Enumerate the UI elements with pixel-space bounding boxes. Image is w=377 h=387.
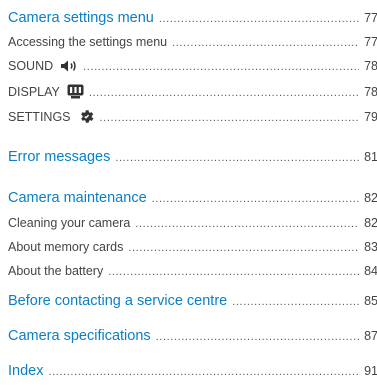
dot-leader: ........................................… [108, 266, 360, 278]
dot-leader: ........................................… [135, 218, 359, 230]
toc-page-number: 81 [364, 150, 377, 164]
toc-entry-camera-specifications[interactable]: Camera specifications ..................… [8, 328, 377, 352]
toc-entry-label: Error messages [8, 149, 111, 165]
toc-page-number: 82 [364, 216, 377, 230]
toc-entry-label: Camera settings menu [8, 10, 154, 26]
dot-leader: ........................................… [115, 152, 359, 164]
toc-page-number: 78 [364, 59, 377, 73]
toc-page-number: 78 [364, 84, 377, 99]
toc-entry-label: DISPLAY [8, 84, 60, 99]
toc-entry-label: SOUND [8, 59, 54, 73]
toc-entry-label: Index [8, 363, 44, 379]
toc-page-number: 83 [364, 240, 377, 254]
toc-entry-label-group: SETTINGS [8, 108, 95, 125]
dot-leader: ........................................… [83, 61, 360, 73]
toc-page-number: 77 [364, 11, 377, 25]
toc-entry-label: Camera maintenance [8, 190, 147, 206]
dot-leader: ........................................… [151, 193, 360, 205]
display-icon [67, 84, 84, 99]
toc-entry-memory-cards[interactable]: About memory cards .....................… [8, 240, 377, 262]
toc-page-number: 85 [364, 294, 377, 308]
toc-entry-settings[interactable]: SETTINGS ...............................… [8, 108, 377, 130]
toc-entry-label: Cleaning your camera [8, 216, 131, 230]
toc-entry-label: About the battery [8, 264, 104, 278]
dot-leader: ........................................… [99, 111, 360, 124]
gear-icon [78, 108, 95, 125]
toc-entry-label-group: SOUND [8, 59, 78, 73]
toc-page-number: 91 [364, 364, 377, 378]
dot-leader: ........................................… [155, 331, 359, 343]
toc-page-number: 82 [364, 191, 377, 205]
toc-entry-label: Accessing the settings menu [8, 35, 168, 49]
toc-entry-sound[interactable]: SOUND ..................................… [8, 59, 377, 81]
toc-entry-battery[interactable]: About the battery ......................… [8, 264, 377, 286]
dot-leader: ........................................… [128, 242, 359, 254]
toc-entry-error-messages[interactable]: Error messages .........................… [8, 149, 377, 173]
toc-page-number: 87 [364, 329, 377, 343]
toc-entry-camera-maintenance[interactable]: Camera maintenance .....................… [8, 190, 377, 214]
toc-page-number: 79 [364, 109, 377, 124]
dot-leader: ........................................… [88, 86, 360, 99]
speaker-icon [60, 59, 78, 73]
toc-entry-index[interactable]: Index ..................................… [8, 363, 377, 387]
toc-page-number: 84 [364, 264, 377, 278]
toc-entry-accessing-settings-menu[interactable]: Accessing the settings menu ............… [8, 35, 377, 57]
toc-entry-service-centre[interactable]: Before contacting a service centre .....… [8, 293, 377, 317]
toc-entry-camera-settings-menu[interactable]: Camera settings menu ...................… [8, 10, 377, 34]
toc-entry-label: About memory cards [8, 240, 124, 254]
toc-entry-display[interactable]: DISPLAY ................................… [8, 84, 377, 106]
table-of-contents: Camera settings menu ...................… [0, 0, 377, 386]
toc-entry-cleaning-camera[interactable]: Cleaning your camera ...................… [8, 216, 377, 238]
toc-page-number: 77 [364, 35, 377, 49]
toc-entry-label: SETTINGS [8, 109, 71, 124]
dot-leader: ........................................… [172, 37, 359, 49]
toc-entry-label: Before contacting a service centre [8, 293, 228, 309]
toc-entry-label-group: DISPLAY [8, 84, 84, 99]
toc-entry-label: Camera specifications [8, 328, 151, 344]
dot-leader: ........................................… [48, 366, 360, 378]
dot-leader: ........................................… [232, 296, 359, 308]
dot-leader: ........................................… [158, 13, 359, 25]
